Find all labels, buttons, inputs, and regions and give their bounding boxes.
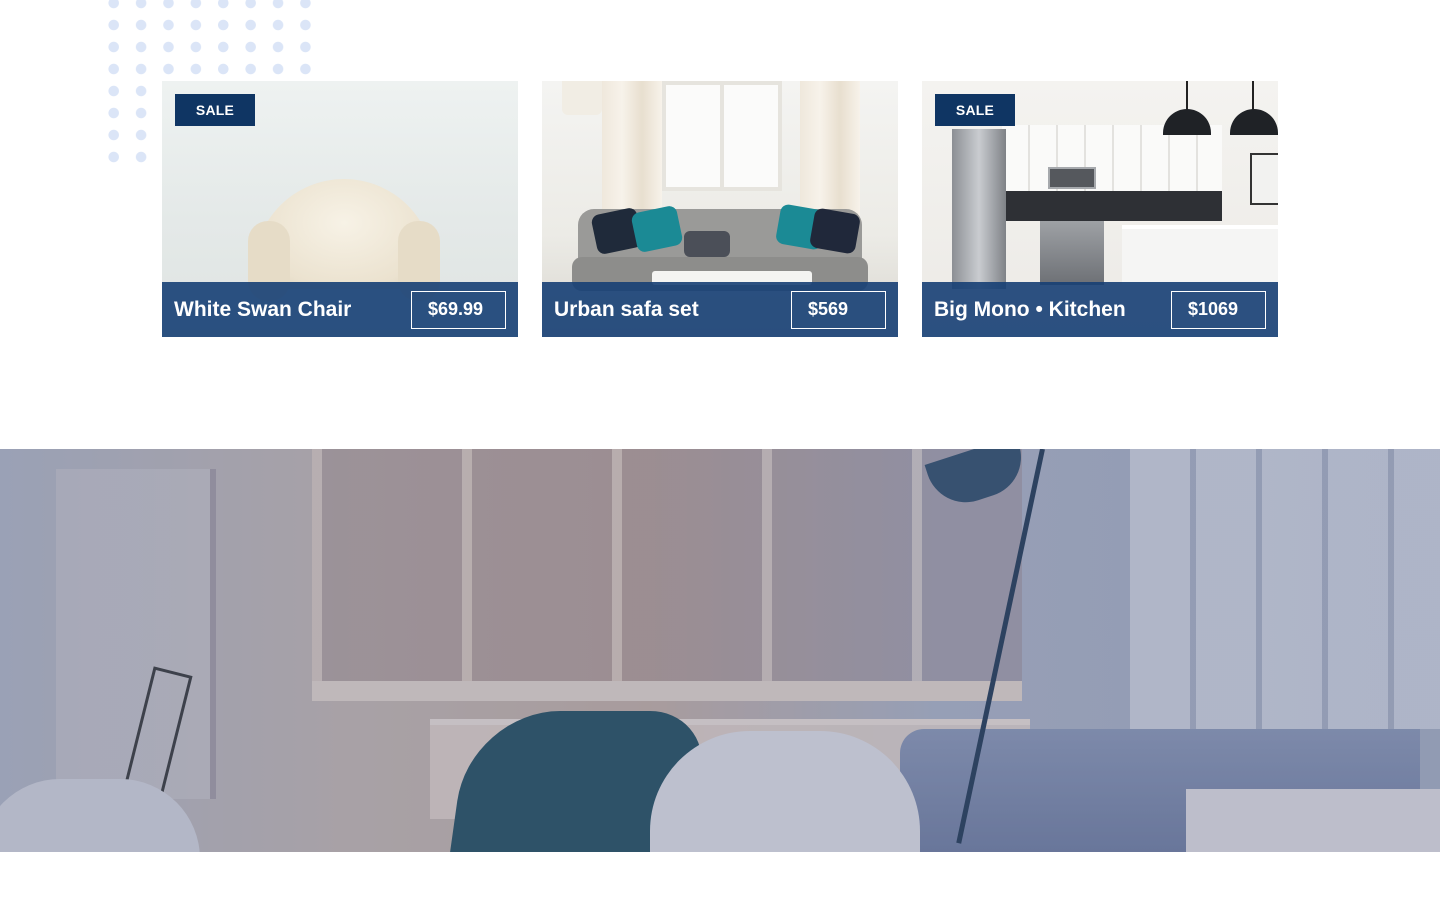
wall-picture xyxy=(1250,153,1278,205)
price-button[interactable]: $569 xyxy=(791,290,886,329)
pillow xyxy=(684,231,730,257)
pendant-cord xyxy=(1252,81,1254,111)
backsplash xyxy=(1002,191,1222,221)
pendant-lamp xyxy=(1163,109,1211,135)
product-info-bar: Urban safa set $569 xyxy=(542,282,898,337)
sale-badge: SALE xyxy=(935,94,1015,126)
product-card-urban-sofa-set[interactable]: Urban safa set $569 xyxy=(542,81,898,337)
page: SALE White Swan Chair $69.99 Urban safa … xyxy=(0,0,1440,900)
lamp-illustration xyxy=(562,81,602,115)
kitchen-island xyxy=(1122,225,1278,285)
microwave-illustration xyxy=(1048,167,1096,189)
product-title[interactable]: Big Mono • Kitchen xyxy=(934,298,1126,322)
product-info-bar: Big Mono • Kitchen $1069 xyxy=(922,282,1278,337)
interior-hero-banner xyxy=(0,449,1440,852)
stove-illustration xyxy=(1040,221,1104,285)
pillow xyxy=(808,207,862,255)
pendant-cord xyxy=(1186,81,1188,111)
price-button[interactable]: $69.99 xyxy=(411,290,506,329)
window-illustration xyxy=(662,81,782,191)
product-title[interactable]: White Swan Chair xyxy=(174,298,351,322)
product-card-big-mono-kitchen[interactable]: SALE Big Mono • Kitchen $1069 xyxy=(922,81,1278,337)
fridge-illustration xyxy=(952,129,1006,289)
product-cards: SALE White Swan Chair $69.99 Urban safa … xyxy=(162,81,1278,337)
product-info-bar: White Swan Chair $69.99 xyxy=(162,282,518,337)
product-title[interactable]: Urban safa set xyxy=(554,298,699,322)
pendant-lamp xyxy=(1230,109,1278,135)
product-card-white-swan-chair[interactable]: SALE White Swan Chair $69.99 xyxy=(162,81,518,337)
hero-color-overlay xyxy=(0,449,1440,852)
sale-badge: SALE xyxy=(175,94,255,126)
price-button[interactable]: $1069 xyxy=(1171,290,1266,329)
